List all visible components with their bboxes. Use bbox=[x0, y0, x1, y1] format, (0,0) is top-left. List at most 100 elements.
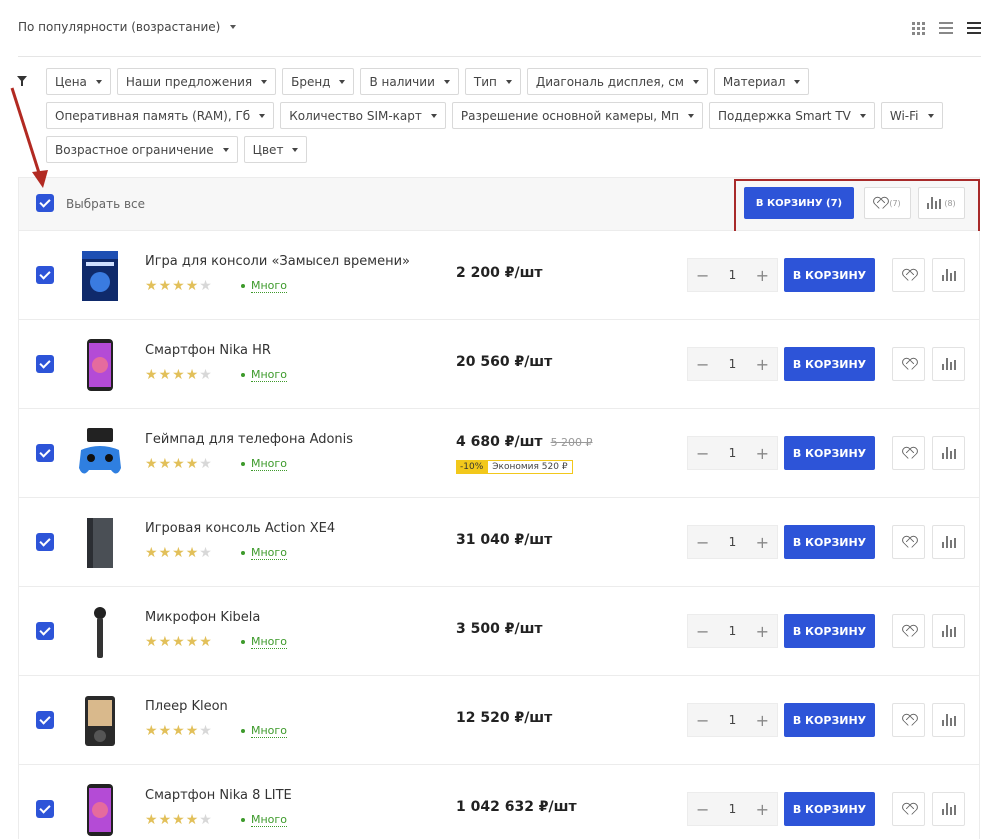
product-name[interactable]: Смартфон Nika 8 LITE bbox=[145, 788, 292, 803]
player-icon[interactable] bbox=[77, 693, 123, 749]
minus-icon[interactable]: − bbox=[696, 533, 709, 552]
smartphone-icon[interactable] bbox=[77, 782, 123, 838]
filter-chip[interactable]: Поддержка Smart TV bbox=[709, 102, 875, 129]
add-all-to-cart-button[interactable]: В КОРЗИНУ (7) bbox=[744, 187, 854, 219]
minus-icon[interactable]: − bbox=[696, 444, 709, 463]
smartphone-icon[interactable] bbox=[77, 337, 123, 393]
favorite-button[interactable] bbox=[892, 347, 925, 381]
quantity-value[interactable]: 1 bbox=[729, 802, 737, 816]
price: 2 200 ₽/шт bbox=[456, 265, 543, 281]
table-view-icon[interactable] bbox=[967, 22, 981, 34]
availability-label[interactable]: Много bbox=[251, 813, 287, 827]
plus-icon[interactable]: + bbox=[756, 800, 769, 819]
favorite-button[interactable] bbox=[892, 525, 925, 559]
favorite-button[interactable] bbox=[892, 614, 925, 648]
plus-icon[interactable]: + bbox=[756, 622, 769, 641]
availability-label[interactable]: Много bbox=[251, 724, 287, 738]
filter-chip[interactable]: Материал bbox=[713, 68, 810, 95]
minus-icon[interactable]: − bbox=[696, 800, 709, 819]
favorite-button[interactable] bbox=[892, 258, 925, 292]
filter-chip[interactable]: Wi-Fi bbox=[880, 102, 943, 129]
product-checkbox[interactable] bbox=[36, 444, 54, 462]
plus-icon[interactable]: + bbox=[756, 444, 769, 463]
add-to-cart-button[interactable]: В КОРЗИНУ bbox=[784, 614, 875, 648]
favorite-button[interactable] bbox=[892, 436, 925, 470]
chevron-down-icon bbox=[292, 147, 299, 152]
availability-label[interactable]: Много bbox=[251, 368, 287, 382]
microphone-icon[interactable] bbox=[77, 604, 123, 660]
favorites-all-button[interactable]: (7) bbox=[864, 187, 911, 219]
favorite-button[interactable] bbox=[892, 792, 925, 826]
heart-icon bbox=[874, 198, 886, 209]
product-checkbox[interactable] bbox=[36, 533, 54, 551]
favorite-button[interactable] bbox=[892, 703, 925, 737]
compare-button[interactable] bbox=[932, 436, 965, 470]
filter-chip[interactable]: Тип bbox=[464, 68, 521, 95]
product-name[interactable]: Плеер Kleon bbox=[145, 699, 228, 714]
quantity-value[interactable]: 1 bbox=[729, 713, 737, 727]
plus-icon[interactable]: + bbox=[756, 355, 769, 374]
product-name[interactable]: Микрофон Kibela bbox=[145, 610, 260, 625]
add-to-cart-button[interactable]: В КОРЗИНУ bbox=[784, 347, 875, 381]
console-icon[interactable] bbox=[77, 515, 123, 571]
product-name[interactable]: Игра для консоли «Замысел времени» bbox=[145, 254, 410, 269]
product-checkbox[interactable] bbox=[36, 355, 54, 373]
filter-chip[interactable]: Разрешение основной камеры, Мп bbox=[451, 102, 704, 129]
compare-button[interactable] bbox=[932, 792, 965, 826]
filter-chip[interactable]: Оперативная память (RAM), Гб bbox=[46, 102, 275, 129]
add-to-cart-button[interactable]: В КОРЗИНУ bbox=[784, 792, 875, 826]
compare-button[interactable] bbox=[932, 703, 965, 737]
plus-icon[interactable]: + bbox=[756, 711, 769, 730]
quantity-stepper: − 1 + bbox=[687, 792, 778, 826]
star-icon: ★ bbox=[145, 812, 159, 828]
product-name[interactable]: Геймпад для телефона Adonis bbox=[145, 432, 353, 447]
product-checkbox[interactable] bbox=[36, 266, 54, 284]
product-checkbox[interactable] bbox=[36, 711, 54, 729]
filter-chip[interactable]: Диагональ дисплея, см bbox=[526, 68, 708, 95]
plus-icon[interactable]: + bbox=[756, 266, 769, 285]
availability-label[interactable]: Много bbox=[251, 635, 287, 649]
product-checkbox[interactable] bbox=[36, 622, 54, 640]
select-all-checkbox[interactable] bbox=[36, 194, 54, 212]
filter-chip[interactable]: В наличии bbox=[360, 68, 459, 95]
availability-label[interactable]: Много bbox=[251, 457, 287, 471]
add-to-cart-button[interactable]: В КОРЗИНУ bbox=[784, 703, 875, 737]
quantity-value[interactable]: 1 bbox=[729, 535, 737, 549]
compare-button[interactable] bbox=[932, 525, 965, 559]
minus-icon[interactable]: − bbox=[696, 711, 709, 730]
availability-label[interactable]: Много bbox=[251, 546, 287, 560]
list-view-icon[interactable] bbox=[939, 22, 953, 34]
compare-button[interactable] bbox=[932, 258, 965, 292]
gamepad-icon[interactable] bbox=[77, 426, 123, 482]
compare-button[interactable] bbox=[932, 347, 965, 381]
compare-button[interactable] bbox=[932, 614, 965, 648]
add-to-cart-button[interactable]: В КОРЗИНУ bbox=[784, 525, 875, 559]
quantity-value[interactable]: 1 bbox=[729, 268, 737, 282]
chevron-down-icon bbox=[430, 113, 437, 118]
filter-chip[interactable]: Количество SIM-карт bbox=[280, 102, 446, 129]
sort-dropdown[interactable]: По популярности (возрастание) bbox=[18, 20, 237, 34]
compare-all-button[interactable]: (8) bbox=[918, 187, 965, 219]
grid-view-icon[interactable] bbox=[912, 22, 925, 35]
product-checkbox[interactable] bbox=[36, 800, 54, 818]
minus-icon[interactable]: − bbox=[696, 266, 709, 285]
game-disc-icon[interactable] bbox=[77, 248, 123, 304]
filter-chip[interactable]: Бренд bbox=[282, 68, 355, 95]
filter-chip[interactable]: Наши предложения bbox=[116, 68, 277, 95]
heart-icon bbox=[903, 804, 915, 815]
quantity-value[interactable]: 1 bbox=[729, 357, 737, 371]
availability-label[interactable]: Много bbox=[251, 279, 287, 293]
availability: Много bbox=[241, 457, 287, 471]
add-to-cart-button[interactable]: В КОРЗИНУ bbox=[784, 436, 875, 470]
product-name[interactable]: Смартфон Nika HR bbox=[145, 343, 271, 358]
filter-chip[interactable]: Возрастное ограничение bbox=[46, 136, 238, 163]
minus-icon[interactable]: − bbox=[696, 622, 709, 641]
plus-icon[interactable]: + bbox=[756, 533, 769, 552]
quantity-value[interactable]: 1 bbox=[729, 624, 737, 638]
add-to-cart-button[interactable]: В КОРЗИНУ bbox=[784, 258, 875, 292]
filter-chip[interactable]: Цвет bbox=[243, 136, 308, 163]
quantity-stepper: − 1 + bbox=[687, 436, 778, 470]
minus-icon[interactable]: − bbox=[696, 355, 709, 374]
product-name[interactable]: Игровая консоль Action XE4 bbox=[145, 521, 335, 536]
quantity-value[interactable]: 1 bbox=[729, 446, 737, 460]
